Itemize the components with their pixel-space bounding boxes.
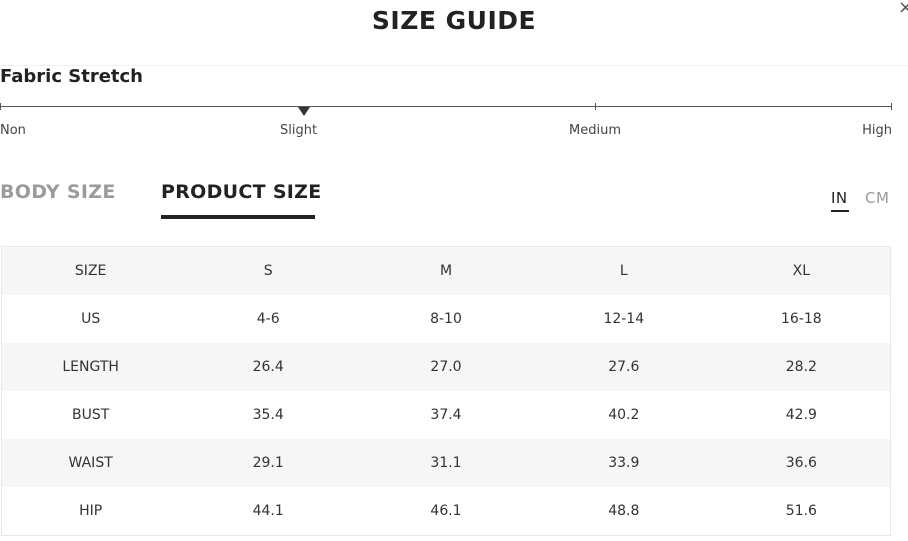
table-row-label: WAIST	[1, 439, 180, 487]
stretch-label-high: High	[862, 123, 892, 138]
stretch-tick-high	[891, 103, 892, 110]
close-icon[interactable]: ×	[898, 0, 908, 18]
table-row-label: US	[1, 295, 180, 343]
table-row-label: HIP	[1, 487, 180, 536]
table-header-cell: S	[179, 246, 358, 295]
table-cell: 26.4	[179, 343, 358, 391]
table-header-cell: SIZE	[1, 246, 180, 295]
table-cell: 42.9	[712, 391, 891, 439]
table-cell: 46.1	[357, 487, 535, 536]
table-cell: 16-18	[712, 295, 891, 343]
fabric-stretch-scale: Non Slight Medium High	[0, 100, 892, 140]
table-cell: 31.1	[357, 439, 535, 487]
table-cell: 35.4	[179, 391, 358, 439]
table-cell: 44.1	[179, 487, 358, 536]
table-header-cell: XL	[712, 246, 891, 295]
table-cell: 28.2	[712, 343, 891, 391]
table-row-label: LENGTH	[1, 343, 180, 391]
table-cell: 29.1	[179, 439, 358, 487]
table-cell: 37.4	[357, 391, 535, 439]
size-chart-table: SIZE S M L XL US 4-6 8-10 12-14 16-18 LE…	[1, 246, 891, 536]
table-cell: 51.6	[712, 487, 891, 536]
table-row-label: BUST	[1, 391, 180, 439]
stretch-tick-medium	[595, 103, 596, 110]
table-row: HIP 44.1 46.1 48.8 51.6	[1, 487, 891, 536]
stretch-tick-non	[0, 103, 1, 110]
table-cell: 48.8	[534, 487, 713, 536]
table-cell: 36.6	[712, 439, 891, 487]
tab-body-size[interactable]: BODY SIZE	[0, 179, 116, 205]
table-header-row: SIZE S M L XL	[1, 246, 891, 295]
unit-toggle-cm[interactable]: CM	[865, 188, 889, 208]
table-cell: 8-10	[357, 295, 535, 343]
fabric-stretch-title: Fabric Stretch	[0, 66, 143, 87]
table-cell: 40.2	[534, 391, 713, 439]
tab-active-underline	[161, 215, 315, 219]
unit-toggle-in[interactable]: IN	[831, 188, 848, 208]
table-row: BUST 35.4 37.4 40.2 42.9	[1, 391, 891, 439]
stretch-label-slight: Slight	[280, 123, 318, 138]
stretch-label-non: Non	[0, 123, 26, 138]
modal-title: SIZE GUIDE	[371, 6, 537, 35]
unit-active-underline	[831, 210, 849, 212]
table-cell: 4-6	[179, 295, 358, 343]
table-row: US 4-6 8-10 12-14 16-18	[1, 295, 891, 343]
table-cell: 27.6	[534, 343, 713, 391]
table-header-cell: L	[534, 246, 713, 295]
table-cell: 33.9	[534, 439, 713, 487]
table-row: WAIST 29.1 31.1 33.9 36.6	[1, 439, 891, 487]
table-cell: 27.0	[357, 343, 535, 391]
table-header-cell: M	[357, 246, 535, 295]
stretch-scale-line	[0, 106, 892, 107]
tab-product-size[interactable]: PRODUCT SIZE	[161, 179, 322, 205]
stretch-label-medium: Medium	[569, 123, 621, 138]
table-row: LENGTH 26.4 27.0 27.6 28.2	[1, 343, 891, 391]
table-cell: 12-14	[534, 295, 713, 343]
stretch-level-marker-icon	[298, 107, 310, 116]
